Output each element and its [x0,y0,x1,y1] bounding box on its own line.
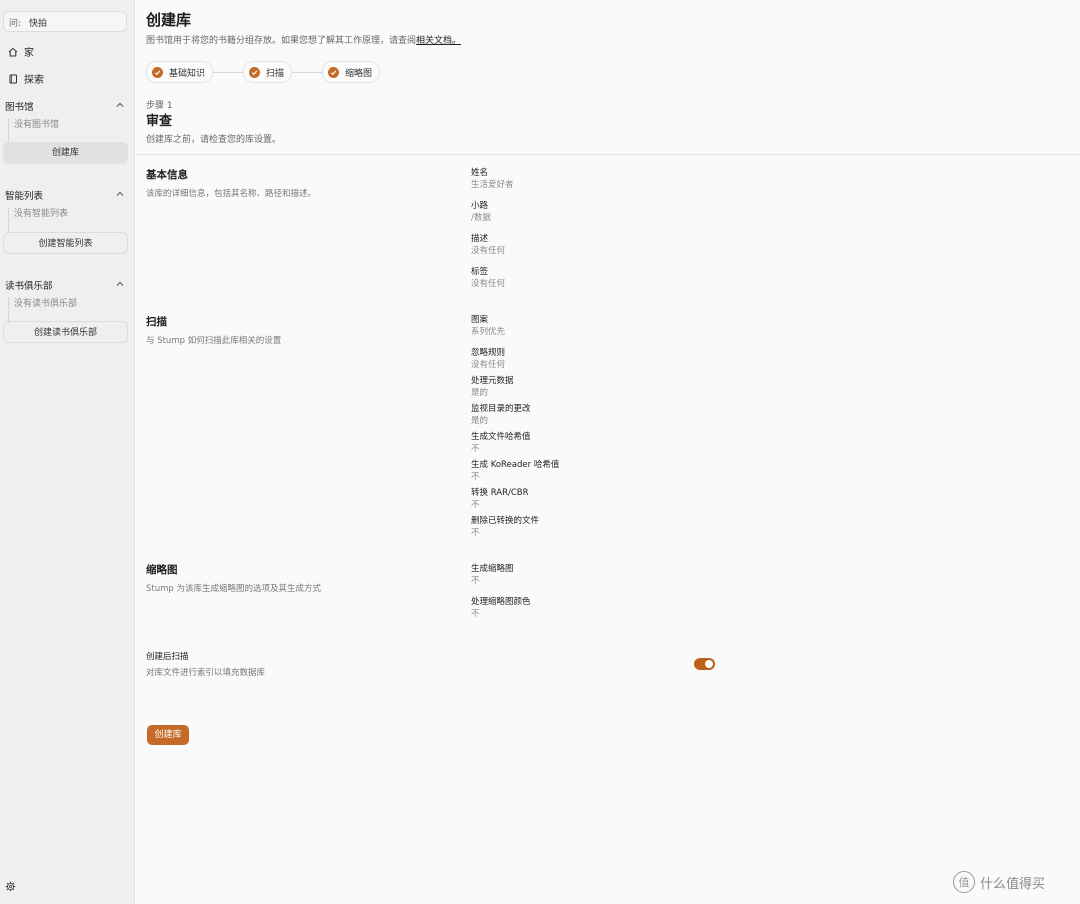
nav-item-label: 家 [24,48,34,59]
field-value: 没有任何 [471,279,506,289]
step-label: 基础知识 [169,68,206,79]
field-label: 生成缩略图 [471,564,514,574]
create-smart-list-button[interactable]: 创建智能列表 [3,232,128,254]
field-value: 不 [471,500,480,510]
field-watch-directory: 监视目录的更改 是的 [471,403,531,427]
step-thumbnails[interactable]: 缩略图 [322,61,381,83]
field-value: 不 [471,528,480,538]
chevron-up-icon[interactable] [115,189,125,199]
check-icon [249,66,261,78]
step-connector [213,71,244,73]
step-basics[interactable]: 基础知识 [146,61,214,83]
check-icon [152,66,163,78]
main-content: 创建库 图书馆用于将您的书籍分组存放。如果您想了解其工作原理，请查阅相关文档。 … [136,0,1080,904]
field-label: 描述 [471,234,489,244]
sidebar: 问: 快拍 家 探索 图书馆 没有图书馆 创建库 智能列表 没有智能列表 创建智能… [0,0,135,904]
book-icon [9,74,17,83]
basic-info-title: 基本信息 [146,169,188,181]
field-value: 生活爱好者 [471,180,514,190]
field-label: 处理元数据 [471,376,514,386]
field-label: 小路 [471,201,489,211]
field-process-metadata: 处理元数据 是的 [471,375,514,399]
field-label: 生成 KoReader 哈希值 [471,460,560,470]
chevron-up-icon[interactable] [115,279,125,289]
section-title-smart-lists: 智能列表 [5,191,44,202]
field-tags: 标签 没有任何 [471,266,505,290]
step-scan[interactable]: 扫描 [243,61,293,83]
divider [136,154,1080,155]
home-icon [8,47,18,56]
step-label: 扫描 [266,68,285,79]
scan-title: 扫描 [146,316,167,328]
field-label: 监视目录的更改 [471,404,531,414]
field-label: 转换 RAR/CBR [471,488,529,498]
step-connector [292,71,323,73]
field-value: 是的 [471,416,489,426]
review-title: 审查 [146,114,173,129]
search-value: 快拍 [29,19,48,29]
section-title-libraries: 图书馆 [5,102,34,113]
field-description: 描述 没有任何 [471,233,505,257]
step-label: 缩略图 [345,68,373,79]
scan-description: 与 Stump 如何扫描此库相关的设置 [146,336,282,346]
gear-icon[interactable] [5,881,16,892]
page-description: 图书馆用于将您的书籍分组存放。如果您想了解其工作原理，请查阅相关文档。 [146,33,461,46]
docs-link[interactable]: 相关文档。 [416,36,461,46]
field-name: 姓名 生活爱好者 [471,167,514,191]
search-prefix: 问: [9,19,22,29]
field-value: 系列优先 [471,327,506,337]
watermark-logo: 值 [953,871,975,893]
review-description: 创建库之前，请检查您的库设置。 [146,135,282,145]
field-value: 没有任何 [471,246,506,256]
section-title-book-clubs: 读书俱乐部 [5,281,53,292]
scan-after-toggle[interactable] [694,658,715,670]
stepper: 基础知识 扫描 缩略图 [146,61,381,83]
field-label: 处理缩略图颜色 [471,597,531,607]
create-library-sidebar-button[interactable]: 创建库 [3,142,128,164]
page-title: 创建库 [146,11,192,29]
libraries-empty-text: 没有图书馆 [8,118,59,144]
field-label: 图案 [471,315,489,325]
field-label: 生成文件哈希值 [471,432,531,442]
field-label: 忽略规则 [471,348,506,358]
check-icon [328,66,340,78]
field-koreader-hashes: 生成 KoReader 哈希值不 [471,459,559,483]
toggle-knob [705,660,713,668]
field-path: 小路/数据 [471,200,491,224]
search-input[interactable]: 问: 快拍 [3,11,127,32]
book-clubs-empty-text: 没有读书俱乐部 [8,297,77,323]
watermark: 值 什么值得买 [953,871,1045,893]
create-book-club-button[interactable]: 创建读书俱乐部 [3,321,128,343]
field-label: 姓名 [471,168,489,178]
field-value: 不 [471,609,480,619]
field-label: 删除已转换的文件 [471,516,540,526]
basic-info-description: 该库的详细信息，包括其名称、路径和描述。 [146,189,317,199]
field-convert-rar: 转换 RAR/CBR 不 [471,487,529,511]
create-library-button[interactable]: 创建库 [147,725,189,745]
watermark-text: 什么值得买 [980,876,1046,892]
thumbnails-title: 缩略图 [146,564,178,576]
nav-item-home[interactable]: 家 [8,44,34,59]
chevron-up-icon[interactable] [115,100,125,110]
field-pattern: 图案 系列优先 [471,314,505,338]
field-value: 是的 [471,388,489,398]
nav-item-label: 探索 [24,75,44,86]
field-delete-converted: 删除已转换的文件不 [471,515,539,539]
page-description-text: 图书馆用于将您的书籍分组存放。如果您想了解其工作原理，请查阅 [146,36,417,46]
scan-after-description: 对库文件进行索引以填充数据库 [146,668,266,678]
field-value: 没有任何 [471,360,506,370]
field-value: 不 [471,472,480,482]
field-value: 不 [471,444,480,454]
field-value: 不 [471,576,480,586]
field-label: 标签 [471,267,489,277]
field-file-hashes: 生成文件哈希值不 [471,431,531,455]
field-thumbnail-colors: 处理缩略图颜色不 [471,596,531,620]
smart-lists-empty-text: 没有智能列表 [8,207,68,233]
nav-item-explore[interactable]: 探索 [8,71,44,86]
field-generate-thumbnails: 生成缩略图不 [471,563,514,587]
field-ignore-rules: 忽略规则 没有任何 [471,347,505,371]
scan-after-label: 创建后扫描 [146,652,189,662]
field-value: /数据 [471,213,491,223]
thumbnails-description: Stump 为该库生成缩略图的选项及其生成方式 [146,584,321,594]
